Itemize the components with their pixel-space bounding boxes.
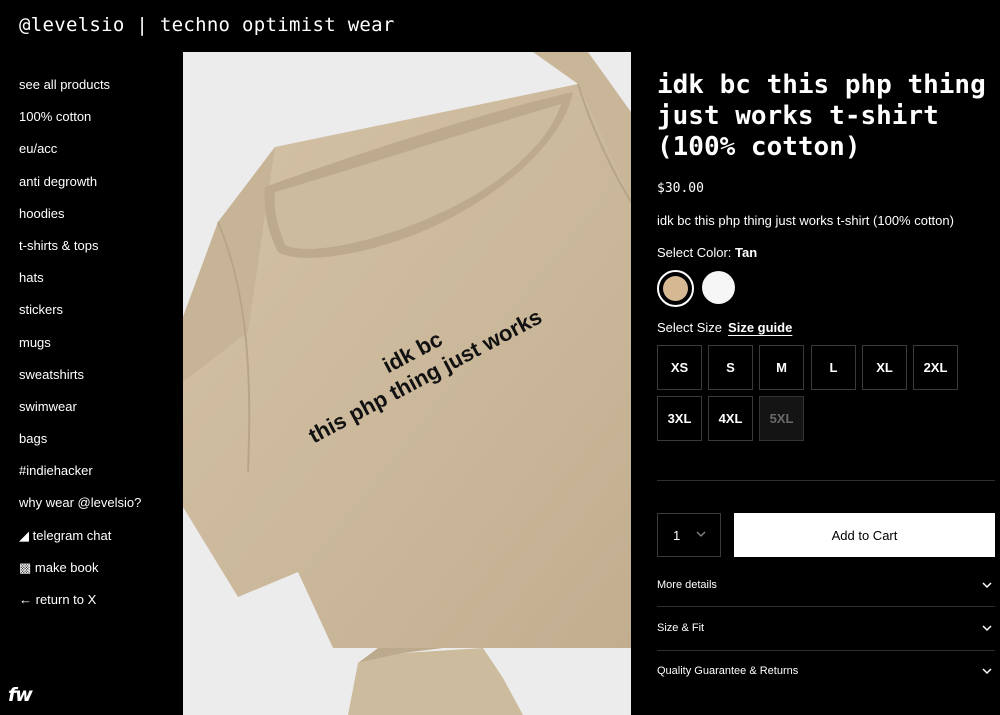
sidebar-item-bags[interactable]: bags	[19, 430, 179, 462]
selected-color-name: Tan	[735, 245, 758, 260]
chevron-down-icon	[696, 531, 706, 537]
sidebar-item-indiehacker[interactable]: #indiehacker	[19, 462, 179, 494]
divider	[657, 606, 995, 607]
sidebar-item-make-book[interactable]: ▩ make book	[19, 559, 179, 591]
accordion-quality-returns[interactable]: Quality Guarantee & Returns	[657, 660, 995, 682]
sidebar-item-sweatshirts[interactable]: sweatshirts	[19, 366, 179, 398]
color-selector-label: Select Color: Tan	[657, 245, 757, 260]
size-option-2xl[interactable]: 2XL	[913, 345, 958, 390]
quantity-select[interactable]: 1	[657, 513, 721, 557]
size-option-m[interactable]: M	[759, 345, 804, 390]
size-option-4xl[interactable]: 4XL	[708, 396, 753, 441]
accordion-label: More details	[657, 579, 717, 591]
divider	[657, 650, 995, 651]
size-option-l[interactable]: L	[811, 345, 856, 390]
sidebar-item-see-all-products[interactable]: see all products	[19, 76, 179, 108]
product-image-secondary[interactable]	[183, 648, 631, 715]
sidebar-nav: see all products 100% cotton eu/acc anti…	[19, 76, 179, 623]
sidebar-item-why-wear[interactable]: why wear @levelsio?	[19, 494, 179, 526]
sidebar-item-eu-acc[interactable]: eu/acc	[19, 140, 179, 172]
color-swatch-tan-fill	[663, 276, 688, 301]
color-swatch-white[interactable]	[702, 271, 735, 304]
size-option-s[interactable]: S	[708, 345, 753, 390]
size-option-xl[interactable]: XL	[862, 345, 907, 390]
sidebar-item-stickers[interactable]: stickers	[19, 301, 179, 333]
quantity-value: 1	[673, 527, 681, 543]
chevron-down-icon	[982, 668, 992, 675]
chevron-down-icon	[982, 625, 992, 632]
product-price: $30.00	[657, 181, 704, 196]
sidebar-item-return-to-x[interactable]: ← return to X	[19, 591, 179, 623]
sidebar-item-hoodies[interactable]: hoodies	[19, 205, 179, 237]
divider	[657, 480, 995, 481]
size-guide-link[interactable]: Size guide	[728, 320, 792, 335]
size-label-text: Select Size	[657, 320, 723, 335]
site-title[interactable]: @levelsio | techno optimist wear	[19, 14, 395, 36]
sidebar-item-100-cotton[interactable]: 100% cotton	[19, 108, 179, 140]
accordion-size-fit[interactable]: Size & Fit	[657, 617, 995, 639]
size-option-xs[interactable]: XS	[657, 345, 702, 390]
product-image[interactable]: idk bc this php thing just works	[183, 52, 631, 648]
size-option-5xl[interactable]: 5XL	[759, 396, 804, 441]
sidebar-item-mugs[interactable]: mugs	[19, 334, 179, 366]
accordion-label: Size & Fit	[657, 622, 705, 634]
sidebar-item-t-shirts-tops[interactable]: t-shirts & tops	[19, 237, 179, 269]
product-title: idk bc this php thing just works t-shirt…	[657, 70, 986, 162]
color-label-text: Select Color:	[657, 245, 732, 260]
tshirt-illustration-secondary	[183, 648, 631, 715]
chevron-down-icon	[982, 582, 992, 589]
sidebar-item-hats[interactable]: hats	[19, 269, 179, 301]
add-to-cart-button[interactable]: Add to Cart	[734, 513, 995, 557]
sidebar-item-telegram-chat[interactable]: ◢ telegram chat	[19, 527, 179, 559]
product-description: idk bc this php thing just works t-shirt…	[657, 213, 954, 228]
accordion-label: Quality Guarantee & Returns	[657, 665, 799, 677]
tshirt-illustration: idk bc this php thing just works	[183, 52, 631, 648]
footer-logo[interactable]: fw	[8, 684, 33, 706]
size-selector-label: Select Size Size guide	[657, 320, 792, 335]
sidebar-item-anti-degrowth[interactable]: anti degrowth	[19, 173, 179, 205]
size-option-3xl[interactable]: 3XL	[657, 396, 702, 441]
accordion-more-details[interactable]: More details	[657, 574, 995, 596]
sidebar-item-swimwear[interactable]: swimwear	[19, 398, 179, 430]
color-swatch-tan[interactable]	[657, 270, 694, 307]
